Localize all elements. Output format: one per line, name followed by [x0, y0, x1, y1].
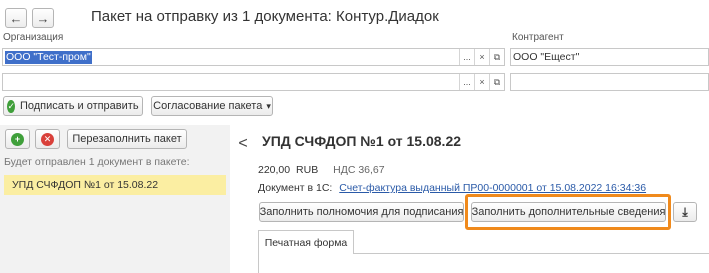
- highlight-frame: [465, 194, 671, 230]
- document-in-1c-row: Документ в 1С: Счет-фактура выданный ПР0…: [258, 182, 646, 194]
- package-panel: + ✕ Перезаполнить пакет Будет отправлен …: [0, 125, 230, 273]
- sign-and-send-button[interactable]: ✓ Подписать и отправить: [3, 96, 143, 116]
- check-icon: ✓: [7, 99, 15, 113]
- arrow-right-icon: →: [36, 10, 50, 26]
- currency-value: RUB: [296, 164, 319, 176]
- fill-authority-button[interactable]: Заполнить полномочия для подписания: [259, 202, 464, 222]
- counterparty-value: ООО "Ещест": [513, 51, 580, 63]
- document-in-1c-label: Документ в 1С:: [258, 182, 333, 194]
- select-button[interactable]: ...: [459, 49, 474, 65]
- print-form-content: [258, 253, 709, 273]
- amount-value: 220,00: [258, 164, 291, 176]
- counterparty-label: Контрагент: [512, 32, 564, 43]
- vat-value: НДС 36,67: [333, 164, 385, 176]
- open-icon[interactable]: ⧉: [489, 74, 504, 90]
- secondary-field[interactable]: [510, 73, 709, 91]
- contract-field[interactable]: ... × ⧉: [2, 73, 505, 91]
- download-button[interactable]: ⤓: [673, 202, 697, 222]
- chevron-down-icon: ▾: [266, 100, 271, 111]
- sign-and-send-label: Подписать и отправить: [19, 100, 139, 112]
- organization-value: ООО "Тест-пром": [5, 51, 92, 64]
- clear-button[interactable]: ×: [474, 49, 489, 65]
- package-approval-button[interactable]: Согласование пакета ▾: [151, 96, 273, 116]
- organization-field[interactable]: ООО "Тест-пром" ... × ⧉: [2, 48, 505, 66]
- back-button[interactable]: ←: [5, 8, 27, 28]
- clear-button[interactable]: ×: [474, 74, 489, 90]
- close-icon: ✕: [41, 132, 54, 146]
- arrow-left-icon: ←: [9, 10, 23, 26]
- document-in-1c-link[interactable]: Счет-фактура выданный ПР00-0000001 от 15…: [339, 182, 646, 194]
- tab-print-form[interactable]: Печатная форма: [258, 230, 354, 254]
- collapse-panel-button[interactable]: <: [234, 130, 252, 158]
- list-item[interactable]: УПД СЧФДОП №1 от 15.08.22: [4, 175, 226, 195]
- plus-icon: +: [11, 132, 24, 146]
- window-title: Пакет на отправку из 1 документа: Контур…: [91, 8, 439, 25]
- remove-button[interactable]: ✕: [35, 129, 60, 149]
- package-info-text: Будет отправлен 1 документ в пакете:: [4, 156, 190, 168]
- organization-label: Организация: [3, 32, 64, 43]
- counterparty-field[interactable]: ООО "Ещест": [510, 48, 709, 66]
- forward-button[interactable]: →: [32, 8, 54, 28]
- select-button[interactable]: ...: [459, 74, 474, 90]
- chevron-left-icon: <: [238, 135, 248, 152]
- refill-package-button[interactable]: Перезаполнить пакет: [67, 129, 187, 149]
- document-title: УПД СЧФДОП №1 от 15.08.22: [262, 133, 462, 149]
- package-approval-label: Согласование пакета: [153, 100, 263, 112]
- open-icon[interactable]: ⧉: [489, 49, 504, 65]
- add-button[interactable]: +: [5, 129, 30, 149]
- download-icon: ⤓: [682, 204, 688, 219]
- amount-row: 220,00 RUB НДС 36,67: [258, 164, 385, 176]
